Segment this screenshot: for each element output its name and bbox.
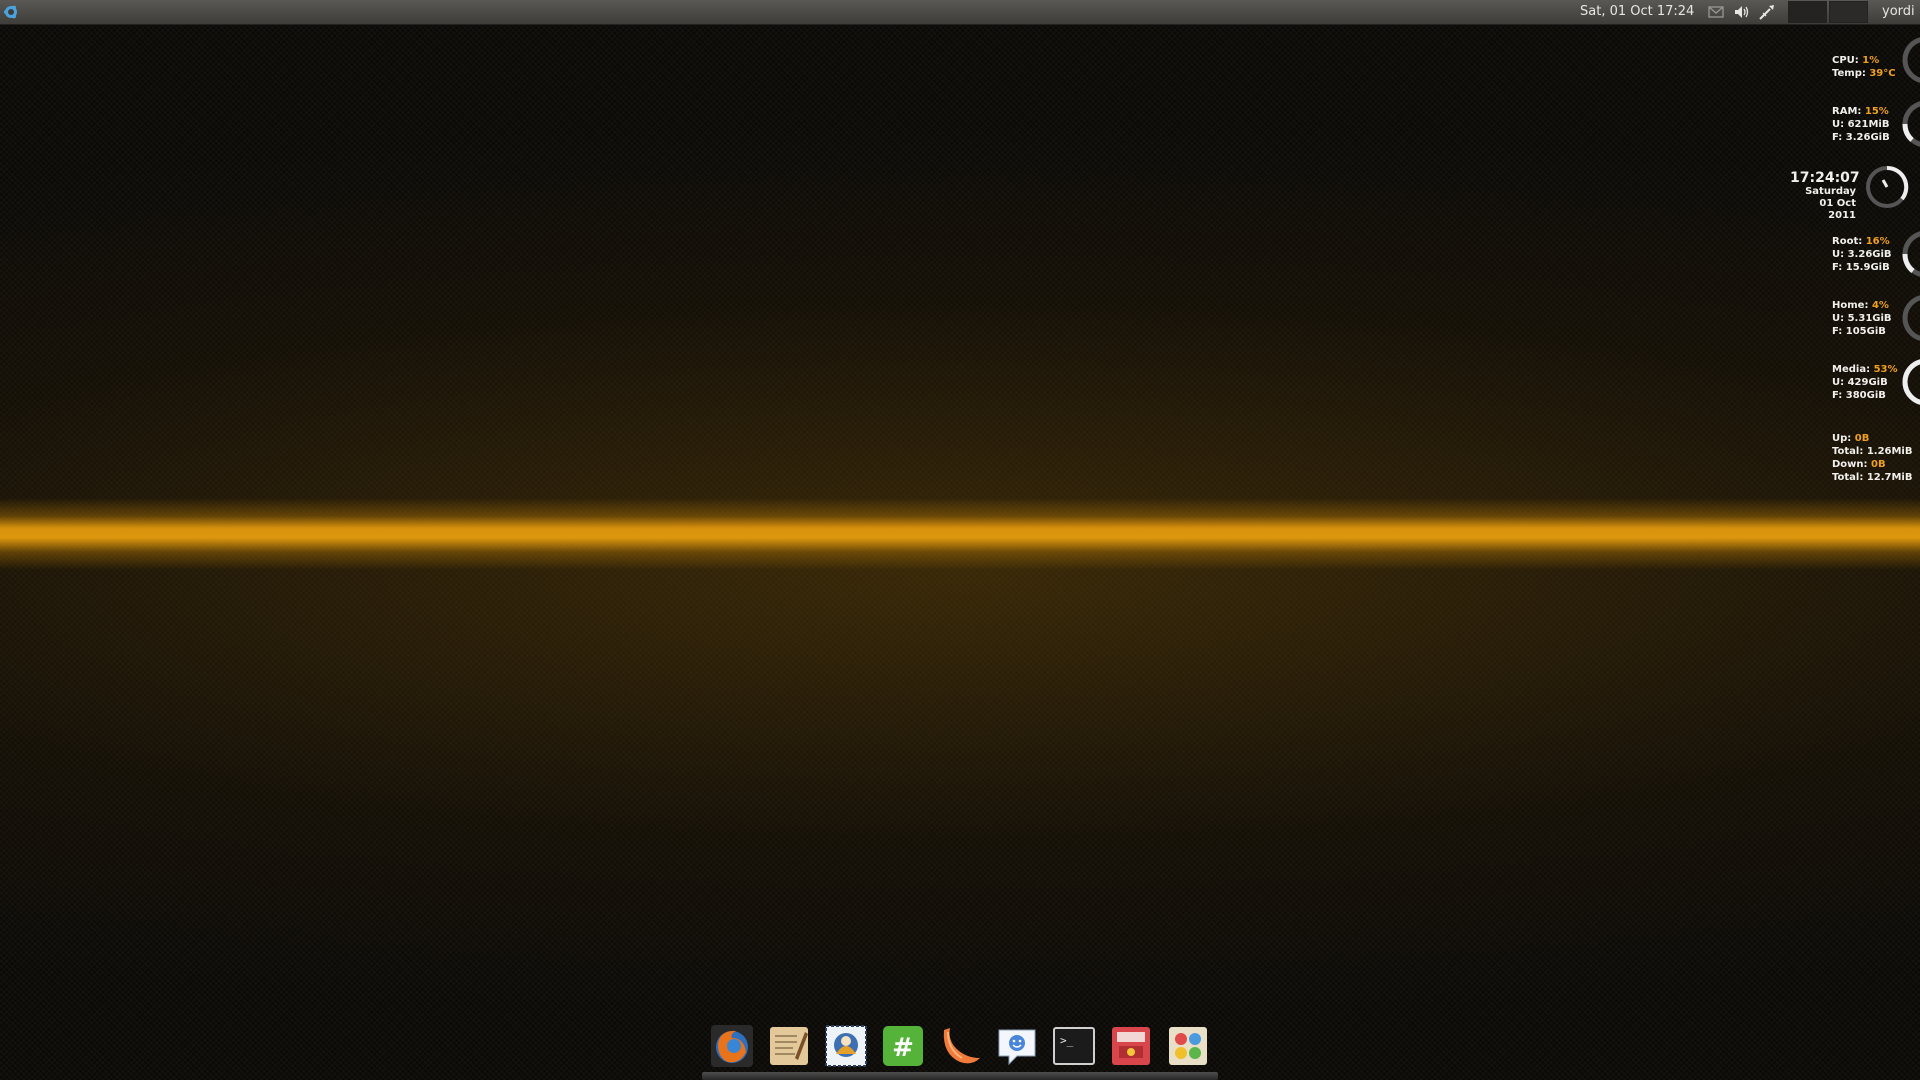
workspace-1[interactable] xyxy=(1788,1,1827,23)
ram-ring xyxy=(1902,101,1920,147)
workspace-switcher[interactable] xyxy=(1788,1,1868,23)
net-up-label: Up: xyxy=(1832,433,1852,444)
net-down-total: 12.7MiB xyxy=(1866,472,1913,483)
ram-value: 15% xyxy=(1864,106,1889,117)
root-value: 16% xyxy=(1865,236,1890,247)
temp-value: 39°C xyxy=(1869,68,1896,79)
cpu-label: CPU: xyxy=(1832,55,1859,66)
root-label: Root: xyxy=(1832,236,1863,247)
net-up-total-label: Total: xyxy=(1832,446,1864,457)
identica-icon[interactable]: # xyxy=(881,1024,925,1068)
cpu-ring xyxy=(1902,37,1920,83)
volume-icon[interactable] xyxy=(1733,3,1751,21)
net-down-value: 0B xyxy=(1871,459,1886,470)
mail-icon[interactable] xyxy=(1707,3,1725,21)
clementine-icon[interactable] xyxy=(938,1024,982,1068)
terminal-icon[interactable]: >_ xyxy=(1052,1024,1096,1068)
text-editor-icon[interactable] xyxy=(767,1024,811,1068)
svg-text:#: # xyxy=(892,1033,914,1063)
home-value: 4% xyxy=(1871,300,1889,311)
root-ring xyxy=(1902,231,1920,277)
net-up-total: 1.26MiB xyxy=(1866,446,1913,457)
workspace-2[interactable] xyxy=(1829,1,1868,23)
clock-date: 01 Oct 2011 xyxy=(1819,198,1856,221)
network-block: Up: 0B Total: 1.26MiB Down: 0B Total: 12… xyxy=(1832,432,1920,484)
media-label: Media: xyxy=(1832,364,1871,375)
top-panel: Sat, 01 Oct 17:24 yordi xyxy=(0,0,1920,25)
chat-icon[interactable] xyxy=(995,1024,1039,1068)
temp-label: Temp: xyxy=(1832,68,1866,79)
dock-shelf xyxy=(702,1072,1218,1080)
network-tool-icon[interactable] xyxy=(1757,3,1777,21)
cpu-value: 1% xyxy=(1862,55,1880,66)
software-center-icon[interactable] xyxy=(1109,1024,1153,1068)
firefox-icon[interactable] xyxy=(710,1024,754,1068)
clock-ring xyxy=(1866,165,1909,208)
ram-label: RAM: xyxy=(1832,106,1862,117)
user-menu[interactable]: yordi xyxy=(1882,4,1915,19)
mail-client-icon[interactable] xyxy=(824,1024,868,1068)
ubuntu-logo-icon[interactable] xyxy=(3,4,19,20)
appearance-icon[interactable] xyxy=(1166,1024,1210,1068)
media-value: 53% xyxy=(1873,364,1898,375)
net-up-value: 0B xyxy=(1854,433,1870,444)
net-down-total-label: Total: xyxy=(1832,472,1864,483)
datetime-indicator[interactable]: Sat, 01 Oct 17:24 xyxy=(1580,4,1694,19)
wallpaper-glow-line xyxy=(0,498,1920,570)
net-down-label: Down: xyxy=(1832,459,1868,470)
conky-clock: 17:24:07 Saturday 01 Oct 2011 xyxy=(1790,170,1860,222)
clock-time: 17:24:07 xyxy=(1790,170,1860,186)
clock-day: Saturday xyxy=(1805,186,1856,197)
dock: # >_ xyxy=(702,1018,1218,1080)
home-ring xyxy=(1902,295,1920,341)
media-ring xyxy=(1902,359,1920,405)
svg-text:>_: >_ xyxy=(1060,1034,1074,1047)
home-label: Home: xyxy=(1832,300,1869,311)
